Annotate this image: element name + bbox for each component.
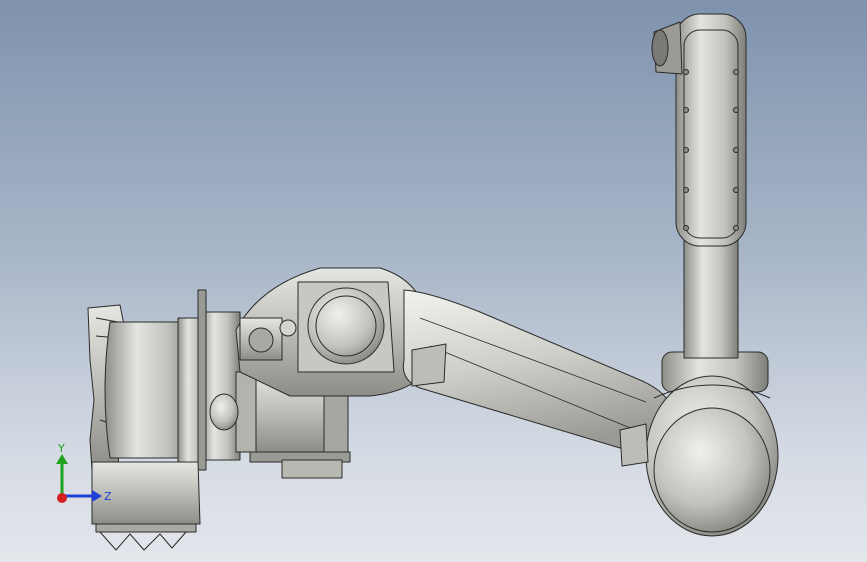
y-axis-arrow [56,454,68,464]
forearm-column [683,233,739,359]
shoulder-housing [235,267,429,397]
z-axis-label: Z [104,490,112,503]
wrist-housing [651,13,747,247]
cad-3d-viewport[interactable]: Y Z [0,0,867,562]
base-body [104,289,241,471]
elbow-joint [619,351,779,537]
axis-triad: Y Z [56,442,112,503]
x-axis-origin [57,493,67,503]
z-axis-arrow [92,490,102,502]
y-axis-label: Y [57,442,65,455]
robot-arm-model[interactable] [0,0,867,562]
